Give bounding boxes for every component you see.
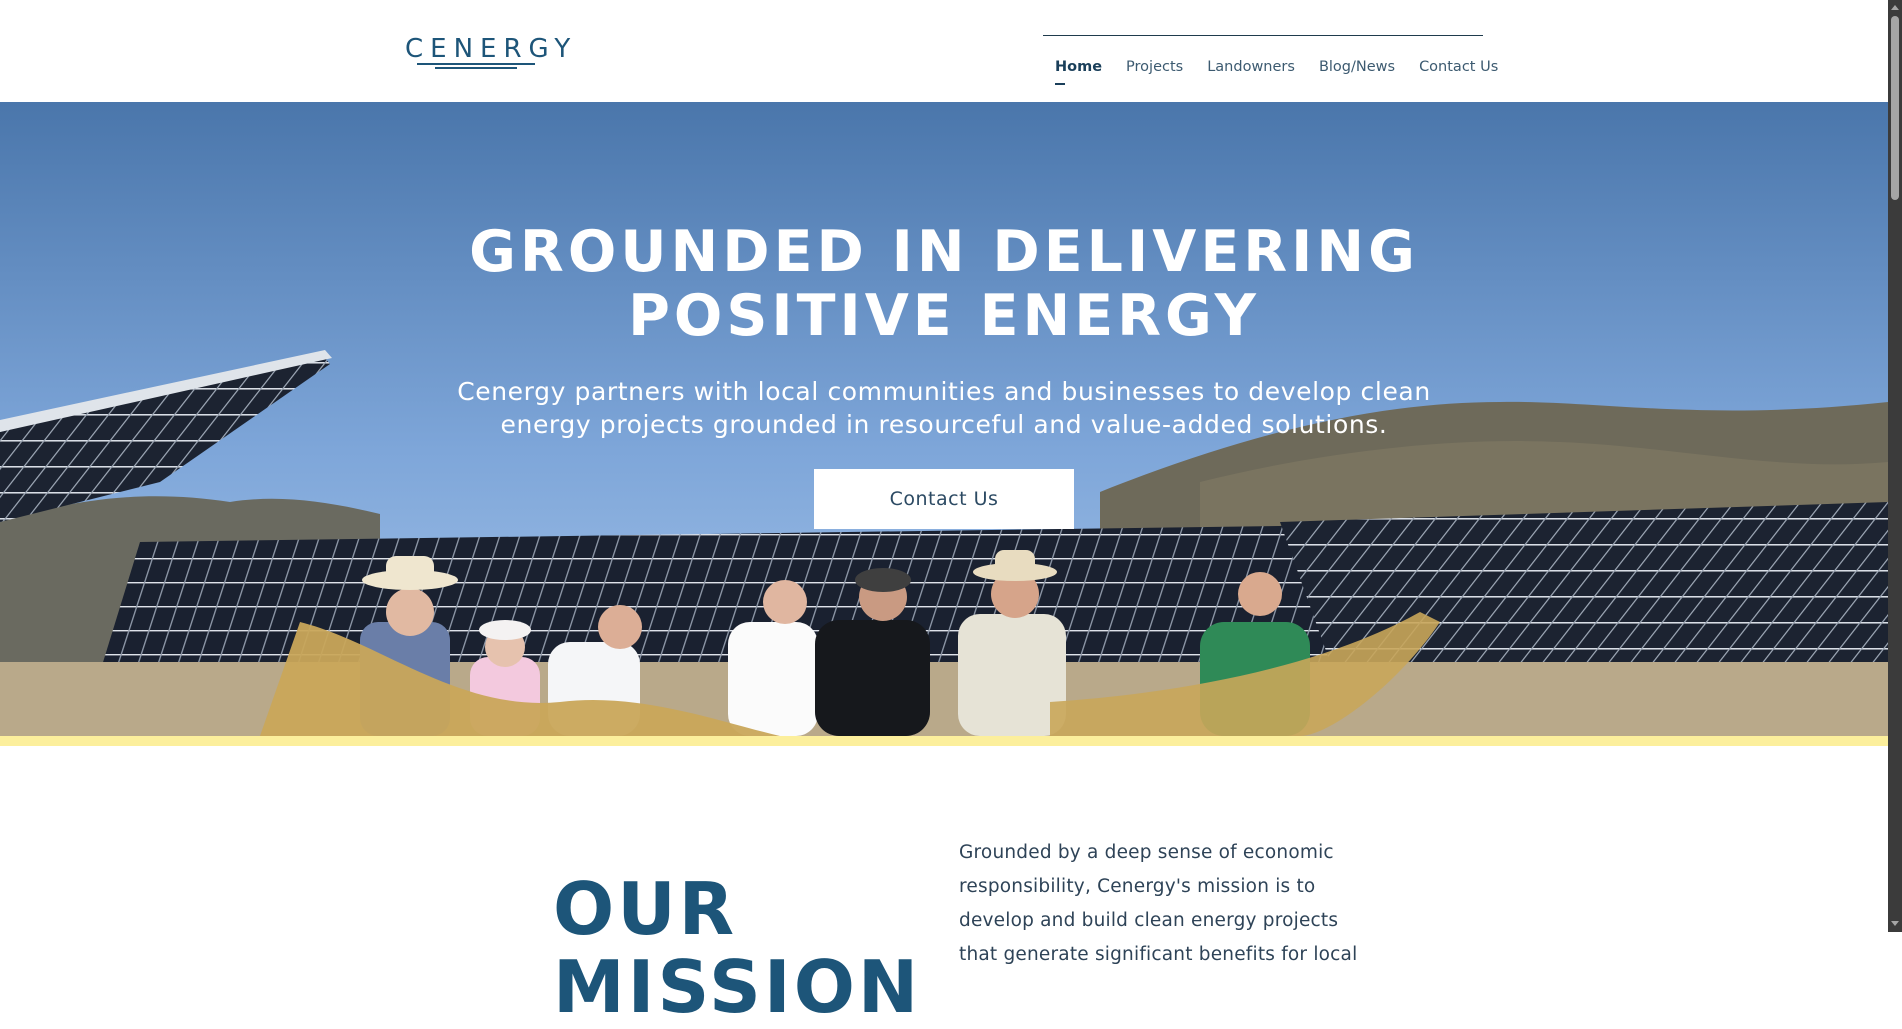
mission-heading-line: OUR	[553, 866, 738, 951]
logo-underline	[435, 67, 517, 69]
scroll-up-arrow-icon[interactable]	[1891, 5, 1899, 10]
hero-title: GROUNDED IN DELIVERING POSITIVE ENERGY	[0, 220, 1888, 348]
hero-contact-button[interactable]: Contact Us	[814, 469, 1074, 529]
site-header: CENERGY Home Projects Landowners Blog/Ne…	[0, 0, 1888, 102]
mission-text: Grounded by a deep sense of economic res…	[959, 836, 1358, 972]
nav-home[interactable]: Home	[1043, 55, 1114, 85]
nav-contact-us[interactable]: Contact Us	[1407, 55, 1510, 79]
nav-blog-news[interactable]: Blog/News	[1307, 55, 1407, 79]
mission-text-line: develop and build clean energy projects	[959, 909, 1339, 931]
page-scrollbar[interactable]	[1888, 0, 1902, 932]
hero-subtitle: Cenergy partners with local communities …	[0, 375, 1888, 441]
mission-text-line: responsibility, Cenergy's mission is to	[959, 875, 1316, 897]
mission-heading: OUR MISSION	[553, 870, 921, 1026]
accent-band	[0, 736, 1888, 746]
logo-underline	[417, 63, 535, 65]
mission-text-line: that generate significant benefits for l…	[959, 943, 1358, 965]
main-nav: Home Projects Landowners Blog/News Conta…	[1043, 55, 1510, 85]
logo-wordmark: CENERGY	[405, 34, 578, 64]
scroll-down-arrow-icon[interactable]	[1891, 921, 1899, 926]
hero-subtitle-line: energy projects grounded in resourceful …	[500, 410, 1388, 439]
hero-section: GROUNDED IN DELIVERING POSITIVE ENERGY C…	[0, 102, 1888, 736]
nav-landowners[interactable]: Landowners	[1195, 55, 1307, 79]
hero-title-line: GROUNDED IN DELIVERING	[469, 219, 1419, 286]
nav-top-rule	[1043, 35, 1483, 36]
nav-projects[interactable]: Projects	[1114, 55, 1195, 79]
hero-subtitle-line: Cenergy partners with local communities …	[457, 377, 1431, 406]
scrollbar-thumb[interactable]	[1891, 16, 1899, 200]
mission-text-line: Grounded by a deep sense of economic	[959, 841, 1334, 863]
cenergy-logo[interactable]: CENERGY	[405, 34, 578, 70]
mission-heading-line: MISSION	[553, 944, 922, 1029]
hero-title-line: POSITIVE ENERGY	[628, 283, 1260, 350]
